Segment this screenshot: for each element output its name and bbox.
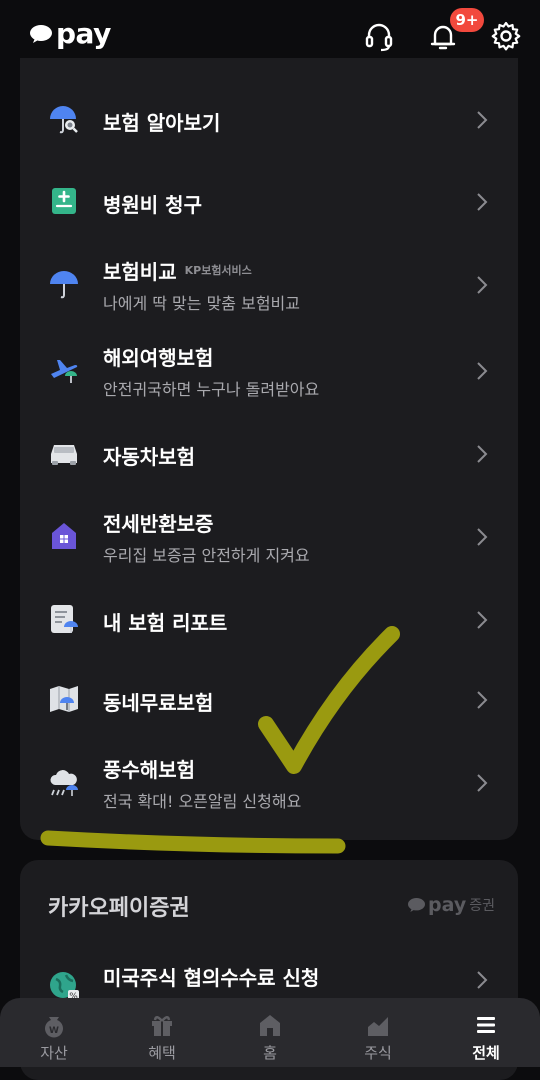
- section-title: 카카오페이증권: [48, 896, 190, 921]
- tab-label: 혜택: [148, 1044, 176, 1062]
- chevron-right-icon: [477, 691, 488, 709]
- stock-chart-icon: [368, 1017, 388, 1036]
- menu-item-travel-insurance[interactable]: 해외여행보험 안전귀국하면 누구나 돌려받아요: [20, 334, 518, 410]
- home-icon: [260, 1015, 280, 1036]
- speech-bubble-icon: [30, 25, 52, 43]
- menu-item-title: 동네무료보험: [103, 691, 214, 715]
- menu-item-insurance-explore[interactable]: 보험 알아보기: [20, 88, 518, 152]
- car-icon: [51, 445, 77, 465]
- menu-item-title: 해외여행보험: [103, 346, 214, 370]
- kp-service-tag: KP보험서비스: [184, 263, 252, 277]
- menu-item-local-free-insurance[interactable]: 동네무료보험: [20, 668, 518, 732]
- menu-item-title: 보험 알아보기: [103, 111, 221, 135]
- menu-item-title-wrap: 보험비교 KP보험서비스: [103, 256, 252, 285]
- menu-item-insurance-compare[interactable]: 보험비교 KP보험서비스 나에게 딱 맞는 맞춤 보험비교: [20, 248, 518, 324]
- menu-item-title: 풍수해보험: [103, 758, 195, 782]
- chevron-right-icon: [477, 611, 488, 629]
- chevron-right-icon: [477, 774, 488, 792]
- menu-item-title: 보험비교: [103, 260, 177, 284]
- chevron-right-icon: [477, 193, 488, 211]
- map-umbrella-icon: [50, 686, 78, 712]
- menu-item-subtitle: 안전귀국하면 누구나 돌려받아요: [103, 380, 320, 399]
- menu-item-storm-flood-insurance[interactable]: 풍수해보험 전국 확대! 오픈알림 신청해요: [20, 746, 518, 822]
- chevron-right-icon: [477, 445, 488, 463]
- menu-item-title: 내 보험 리포트: [103, 611, 228, 635]
- umbrella-search-icon: [50, 106, 78, 134]
- svg-text:W: W: [49, 1026, 59, 1036]
- menu-item-car-insurance[interactable]: 자동차보험: [20, 422, 518, 486]
- speech-bubble-icon: [408, 898, 425, 912]
- menu-item-subtitle: 우리집 보증금 안전하게 지켜요: [103, 546, 310, 565]
- tab-stock[interactable]: 주식: [324, 998, 432, 1067]
- tab-benefit[interactable]: 혜택: [108, 998, 216, 1067]
- house-icon: [52, 523, 76, 549]
- menu-item-title: 미국주식 협의수수료 신청: [103, 966, 320, 990]
- notification-badge: 9+: [450, 8, 484, 32]
- menu-item-hospital-claim[interactable]: 병원비 청구: [20, 170, 518, 234]
- menu-item-insurance-report[interactable]: 내 보험 리포트: [20, 588, 518, 652]
- chevron-right-icon: [477, 276, 488, 294]
- headset-icon[interactable]: [363, 20, 395, 52]
- asset-icon: W: [45, 1017, 63, 1038]
- logo-text: pay: [56, 17, 111, 50]
- tab-label: 전체: [472, 1044, 500, 1062]
- menu-icon: [477, 1017, 495, 1033]
- chevron-right-icon: [477, 971, 488, 989]
- chevron-right-icon: [477, 111, 488, 129]
- menu-item-subtitle: 전국 확대! 오픈알림 신청해요: [103, 792, 302, 811]
- menu-item-title: 병원비 청구: [103, 193, 202, 217]
- menu-item-subtitle: 나에게 딱 맞는 맞춤 보험비교: [103, 294, 300, 313]
- tab-all[interactable]: 전체: [432, 998, 540, 1067]
- report-icon: [51, 605, 78, 633]
- airplane-umbrella-icon: [51, 360, 78, 383]
- medical-clipboard-icon: [52, 188, 76, 214]
- insurance-menu-card: 보험 알아보기 병원비 청구 보험비교 KP보험서비스 나에게 딱 맞는 맞춤 보…: [20, 58, 518, 840]
- bottom-tab-bar: W 자산 혜택 홈 주식 전체: [0, 998, 540, 1067]
- tab-home[interactable]: 홈: [216, 998, 324, 1067]
- tab-label: 홈: [263, 1044, 277, 1062]
- tab-label: 자산: [40, 1044, 68, 1062]
- gear-icon[interactable]: [490, 20, 522, 52]
- chevron-right-icon: [477, 362, 488, 380]
- brand-pay: pay: [428, 894, 467, 916]
- menu-item-jeonse-guarantee[interactable]: 전세반환보증 우리집 보증금 안전하게 지켜요: [20, 500, 518, 576]
- gift-icon: [152, 1016, 172, 1036]
- menu-item-title: 자동차보험: [103, 445, 195, 469]
- kakaopay-securities-logo: pay 증권: [408, 894, 495, 916]
- tab-asset[interactable]: W 자산: [0, 998, 108, 1067]
- kakaopay-logo[interactable]: pay: [30, 18, 111, 50]
- umbrella-icon: [50, 271, 78, 299]
- menu-item-title: 전세반환보증: [103, 512, 214, 536]
- tab-label: 주식: [364, 1044, 392, 1062]
- storm-cloud-icon: [50, 770, 78, 796]
- brand-suffix: 증권: [469, 898, 495, 914]
- chevron-right-icon: [477, 528, 488, 546]
